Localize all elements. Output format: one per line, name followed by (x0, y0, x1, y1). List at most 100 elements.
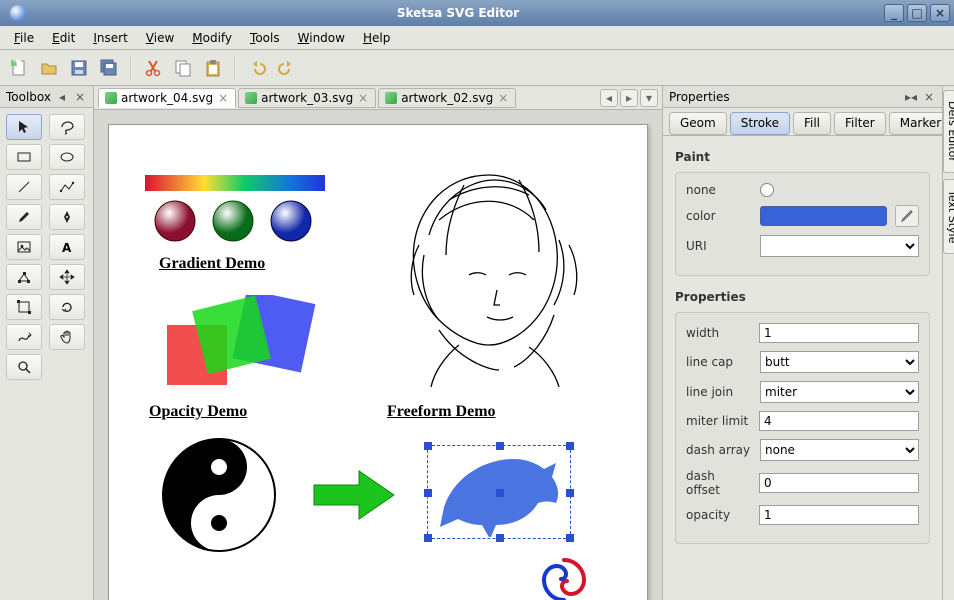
document-tabbar: artwork_04.svg × artwork_03.svg × artwor… (94, 86, 662, 110)
tool-rotate[interactable] (49, 294, 85, 320)
paint-heading: Paint (675, 150, 930, 164)
redo-button[interactable] (274, 55, 300, 81)
tab-artwork-03[interactable]: artwork_03.svg × (238, 88, 376, 108)
paste-button[interactable] (200, 55, 226, 81)
tab-filter[interactable]: Filter (834, 112, 886, 135)
width-input[interactable] (759, 323, 919, 343)
linecap-select[interactable]: butt (760, 351, 919, 373)
linecap-label: line cap (686, 355, 752, 369)
menu-window[interactable]: Window (290, 28, 353, 48)
gradient-spheres (153, 199, 323, 247)
tool-move[interactable] (49, 264, 85, 290)
svg-text:+: + (12, 59, 22, 68)
tool-image[interactable] (6, 234, 42, 260)
toolbar: + (0, 50, 954, 86)
tool-pen[interactable] (49, 204, 85, 230)
tab-close-icon[interactable]: × (357, 92, 369, 104)
tab-geom[interactable]: Geom (669, 112, 727, 135)
arrow-graphic (309, 465, 399, 525)
tool-rectangle[interactable] (6, 144, 42, 170)
dasharray-select[interactable]: none (760, 439, 919, 461)
canvas-viewport[interactable]: Gradient Demo Opacity Demo (94, 110, 662, 600)
tool-transform[interactable] (6, 294, 42, 320)
menu-view[interactable]: View (138, 28, 182, 48)
tabnav-next[interactable]: ▸ (620, 89, 638, 107)
properties-close-icon[interactable]: × (922, 90, 936, 104)
tool-polyline[interactable] (49, 174, 85, 200)
toolbox-panel: Toolbox ◂ × A (0, 86, 94, 600)
opacity-squares (149, 295, 319, 395)
document-area: artwork_04.svg × artwork_03.svg × artwor… (94, 86, 662, 600)
vtab-defs-editor[interactable]: Defs Editor (943, 90, 954, 173)
paint-none-radio[interactable] (760, 183, 774, 197)
menu-tools[interactable]: Tools (242, 28, 288, 48)
canvas[interactable]: Gradient Demo Opacity Demo (108, 124, 648, 600)
toolbox-collapse-icon[interactable]: ◂ (55, 90, 69, 104)
tool-pan[interactable] (49, 324, 85, 350)
maximize-button[interactable]: □ (907, 4, 927, 22)
tab-label: artwork_02.svg (401, 91, 493, 105)
tool-pencil[interactable] (6, 204, 42, 230)
tool-select[interactable] (6, 114, 42, 140)
menu-file[interactable]: File (6, 28, 42, 48)
cut-button[interactable] (140, 55, 166, 81)
opacity-input[interactable] (759, 505, 919, 525)
tab-stroke[interactable]: Stroke (730, 112, 790, 135)
tool-freeform-path[interactable] (6, 324, 42, 350)
tab-close-icon[interactable]: × (217, 92, 229, 104)
freeform-drawing (369, 145, 619, 395)
undo-button[interactable] (244, 55, 270, 81)
menu-help[interactable]: Help (355, 28, 398, 48)
tab-artwork-02[interactable]: artwork_02.svg × (378, 88, 516, 108)
tool-zoom[interactable] (6, 354, 42, 380)
tool-line[interactable] (6, 174, 42, 200)
menu-insert[interactable]: Insert (85, 28, 135, 48)
properties-collapse-icon[interactable]: ▸◂ (904, 90, 918, 104)
toolbox-close-icon[interactable]: × (73, 90, 87, 104)
linejoin-label: line join (686, 385, 752, 399)
menu-edit[interactable]: Edit (44, 28, 83, 48)
menu-modify[interactable]: Modify (184, 28, 240, 48)
save-button[interactable] (66, 55, 92, 81)
toolbox-header: Toolbox ◂ × (0, 86, 93, 108)
tab-fill[interactable]: Fill (793, 112, 831, 135)
miterlimit-label: miter limit (686, 414, 751, 428)
window-title: Sketsa SVG Editor (32, 6, 884, 20)
titlebar: Sketsa SVG Editor _ □ × (0, 0, 954, 26)
close-window-button[interactable]: × (930, 4, 950, 22)
eyedropper-button[interactable] (895, 205, 919, 227)
freeform-demo-label: Freeform Demo (387, 403, 496, 421)
minimize-button[interactable]: _ (884, 4, 904, 22)
properties-tabs: Geom Stroke Fill Filter Marker (663, 108, 942, 136)
paint-color-swatch[interactable] (760, 206, 887, 226)
gradient-demo-label: Gradient Demo (159, 255, 265, 273)
copy-button[interactable] (170, 55, 196, 81)
vtab-text-style[interactable]: Text Style (943, 179, 954, 254)
tool-node-edit[interactable] (6, 264, 42, 290)
tab-close-icon[interactable]: × (497, 92, 509, 104)
tabnav-menu[interactable]: ▾ (640, 89, 658, 107)
properties-title: Properties (669, 90, 730, 104)
paint-uri-select[interactable] (760, 235, 919, 257)
dashoffset-input[interactable] (759, 473, 919, 493)
props-heading: Properties (675, 290, 930, 304)
swirl-graphic (539, 555, 589, 600)
paint-color-label: color (686, 209, 752, 223)
linejoin-select[interactable]: miter (760, 381, 919, 403)
stroke-props-group: width line capbutt line joinmiter miter … (675, 312, 930, 544)
tool-text[interactable]: A (49, 234, 85, 260)
tool-ellipse[interactable] (49, 144, 85, 170)
save-all-button[interactable] (96, 55, 122, 81)
properties-header: Properties ▸◂ × (663, 86, 942, 108)
new-file-button[interactable]: + (6, 55, 32, 81)
tabnav-prev[interactable]: ◂ (600, 89, 618, 107)
side-tabs: Defs Editor Text Style (942, 86, 954, 600)
open-file-button[interactable] (36, 55, 62, 81)
app-icon (10, 5, 26, 21)
tab-artwork-04[interactable]: artwork_04.svg × (98, 88, 236, 108)
svg-file-icon (105, 92, 117, 104)
paint-none-label: none (686, 183, 752, 197)
selection-box[interactable] (427, 445, 571, 539)
tool-lasso[interactable] (49, 114, 85, 140)
miterlimit-input[interactable] (759, 411, 919, 431)
